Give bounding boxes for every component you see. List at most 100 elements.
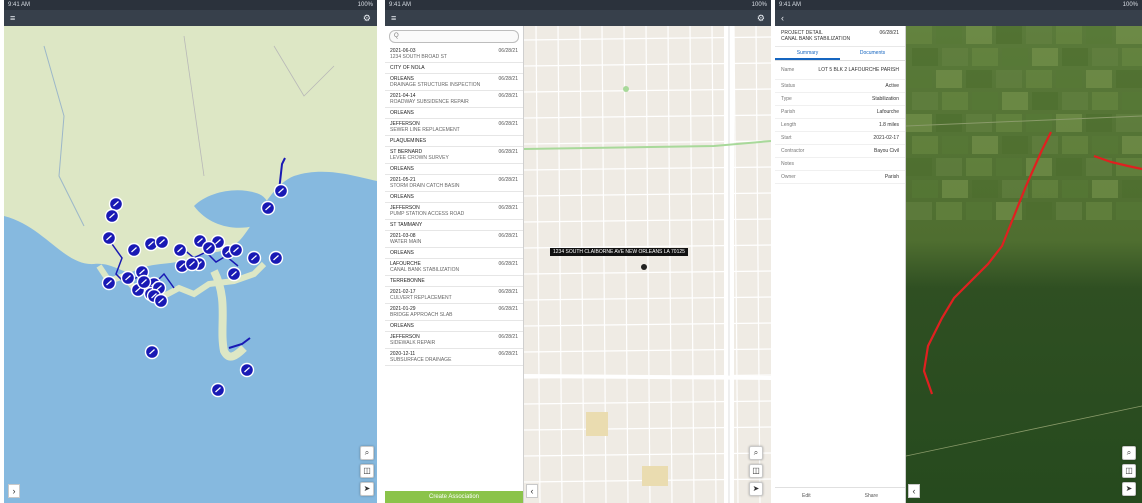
list-item[interactable]: ST BERNARD 06/28/21 LEVEE CROWN SURVEY bbox=[385, 147, 523, 164]
field-parcel bbox=[942, 48, 968, 66]
collapse-panel-icon[interactable]: ‹ bbox=[908, 484, 920, 498]
detail-field-row: Notes bbox=[775, 158, 905, 171]
field-parcel bbox=[1026, 70, 1052, 88]
app-bar: ≡ ⚙ bbox=[385, 10, 771, 26]
field-parcel bbox=[912, 136, 938, 154]
menu-icon[interactable]: ≡ bbox=[10, 13, 15, 23]
field-parcel bbox=[972, 136, 998, 154]
search-icon[interactable]: ⌕ bbox=[360, 446, 374, 460]
list-item[interactable]: 2021-03-08 06/28/21 WATER MAIN bbox=[385, 231, 523, 248]
layers-icon[interactable]: ◫ bbox=[749, 464, 763, 478]
summary-row: Name LOT 5 BLK 2 LAFOURCHE PARISH bbox=[775, 61, 905, 80]
list-item-subtitle: PUMP STATION ACCESS ROAD bbox=[390, 211, 465, 217]
locate-icon[interactable]: ➤ bbox=[749, 482, 763, 496]
field-parcel bbox=[1002, 92, 1028, 110]
list-item[interactable]: ORLEANS 06/28/21 DRAINAGE STRUCTURE INSPEC… bbox=[385, 74, 523, 91]
list-item-title: TERREBONNE bbox=[390, 278, 425, 284]
tab-summary[interactable]: Summary bbox=[775, 47, 840, 60]
list-item[interactable]: JEFFERSON 06/28/21 PUMP STATION ACCESS ROA… bbox=[385, 203, 523, 220]
field-parcel bbox=[1122, 180, 1142, 198]
list-item[interactable]: 2021-06-03 06/28/21 1234 SOUTH BROAD ST bbox=[385, 46, 523, 63]
field-label: Parish bbox=[781, 109, 796, 115]
search-icon[interactable]: ⌕ bbox=[1122, 446, 1136, 460]
field-value: Bayou Civil bbox=[873, 148, 899, 154]
expand-panel-icon[interactable]: › bbox=[8, 484, 20, 498]
field-parcel bbox=[1086, 70, 1112, 88]
list-item-title: ORLEANS bbox=[390, 323, 414, 329]
field-parcel bbox=[1122, 48, 1142, 66]
list-item[interactable]: JEFFERSON 06/28/21 SEWER LINE REPLACEMENT bbox=[385, 119, 523, 136]
field-parcel bbox=[1122, 92, 1142, 110]
list-item-subtitle: CULVERT REPLACEMENT bbox=[390, 295, 452, 301]
field-parcel bbox=[966, 70, 992, 88]
list-item[interactable]: 2021-05-21 06/28/21 STORM DRAIN CATCH BASI… bbox=[385, 175, 523, 192]
detail-field-row: Start 2021-02-17 bbox=[775, 132, 905, 145]
layers-icon[interactable]: ◫ bbox=[360, 464, 374, 478]
create-association-button[interactable]: Create Association bbox=[385, 491, 523, 503]
field-parcel bbox=[1092, 180, 1118, 198]
list-item-title: PLAQUEMINES bbox=[390, 138, 427, 144]
collapse-panel-icon[interactable]: ‹ bbox=[526, 484, 538, 498]
field-parcel bbox=[936, 158, 962, 176]
field-parcel bbox=[1002, 48, 1028, 66]
search-icon[interactable]: ⌕ bbox=[749, 446, 763, 460]
list-item[interactable]: ST TAMMANY bbox=[385, 220, 523, 231]
list-item[interactable]: ORLEANS bbox=[385, 192, 523, 203]
list-item[interactable]: ORLEANS bbox=[385, 108, 523, 119]
street-map[interactable]: 1234 SOUTH CLAIBORNE AVE NEW ORLEANS LA … bbox=[524, 26, 771, 503]
filter-icon[interactable]: ⚙ bbox=[363, 10, 371, 26]
search-input[interactable]: Q bbox=[389, 30, 519, 43]
field-label: Status bbox=[781, 83, 796, 89]
list-item[interactable]: 2021-04-14 06/28/21 ROADWAY SUBSIDENCE REP… bbox=[385, 91, 523, 108]
list-item[interactable]: 2021-02-17 06/28/21 CULVERT REPLACEMENT bbox=[385, 287, 523, 304]
share-button[interactable]: Share bbox=[865, 488, 878, 503]
field-parcel bbox=[1122, 136, 1142, 154]
field-parcel bbox=[942, 180, 968, 198]
field-parcel bbox=[1092, 48, 1118, 66]
list-item-date: 06/28/21 bbox=[498, 177, 518, 183]
menu-icon[interactable]: ≡ bbox=[391, 13, 396, 23]
list-item[interactable]: LAFOURCHE 06/28/21 CANAL BANK STABILIZATIO… bbox=[385, 259, 523, 276]
field-parcel bbox=[1026, 114, 1052, 132]
locate-icon[interactable]: ➤ bbox=[1122, 482, 1136, 496]
filter-icon[interactable]: ⚙ bbox=[757, 10, 765, 26]
list-item[interactable]: 2021-01-29 06/28/21 BRIDGE APPROACH SLAB bbox=[385, 304, 523, 321]
park-icon bbox=[623, 86, 629, 92]
list-item[interactable]: CITY OF NOLA bbox=[385, 63, 523, 74]
overview-screen: 9:41 AM 100% ≡ ⚙ ⌕ ◫ ➤ › bbox=[4, 0, 377, 503]
list-item[interactable]: PLAQUEMINES bbox=[385, 136, 523, 147]
list-item-subtitle: ROADWAY SUBSIDENCE REPAIR bbox=[390, 99, 469, 105]
list-item[interactable]: ORLEANS bbox=[385, 248, 523, 259]
edit-button[interactable]: Edit bbox=[802, 488, 811, 503]
field-parcel bbox=[906, 114, 932, 132]
field-parcel bbox=[1002, 136, 1028, 154]
list-item[interactable]: TERREBONNE bbox=[385, 276, 523, 287]
back-icon[interactable]: ‹ bbox=[781, 13, 784, 23]
field-parcel bbox=[996, 114, 1022, 132]
list-item[interactable]: JEFFERSON 06/28/21 SIDEWALK REPAIR bbox=[385, 332, 523, 349]
region-map[interactable]: ⌕ ◫ ➤ › bbox=[4, 26, 377, 503]
satellite-map[interactable]: ⌕ ◫ ➤ ‹ bbox=[906, 26, 1142, 503]
detail-sidebar: PROJECT DETAIL CANAL BANK STABILIZATION … bbox=[775, 26, 906, 503]
detail-screen: 9:41 AM 100% ‹ ⌕ ◫ ➤ ‹ PROJECT DETAIL CA… bbox=[775, 0, 1142, 503]
field-parcel bbox=[1092, 92, 1118, 110]
status-battery: 100% bbox=[751, 2, 767, 8]
field-parcel bbox=[936, 202, 962, 220]
summary-value: LOT 5 BLK 2 LAFOURCHE PARISH bbox=[818, 67, 899, 73]
list-item[interactable]: 2020-12-11 06/28/21 SUBSURFACE DRAINAGE bbox=[385, 349, 523, 366]
list-item[interactable]: ORLEANS bbox=[385, 164, 523, 175]
field-parcel bbox=[1056, 26, 1082, 44]
list-item[interactable]: ORLEANS bbox=[385, 321, 523, 332]
list-item-title: ORLEANS bbox=[390, 110, 414, 116]
tab-documents[interactable]: Documents bbox=[840, 47, 905, 60]
field-parcel bbox=[996, 158, 1022, 176]
field-parcel bbox=[912, 92, 938, 110]
field-parcel bbox=[912, 48, 938, 66]
layers-icon[interactable]: ◫ bbox=[1122, 464, 1136, 478]
field-value: 1.8 miles bbox=[878, 122, 899, 128]
status-bar: 9:41 AM 100% bbox=[385, 0, 771, 10]
detail-field-row: Owner Parish bbox=[775, 171, 905, 184]
locate-icon[interactable]: ➤ bbox=[360, 482, 374, 496]
field-parcel bbox=[942, 92, 968, 110]
building-block bbox=[586, 412, 608, 436]
